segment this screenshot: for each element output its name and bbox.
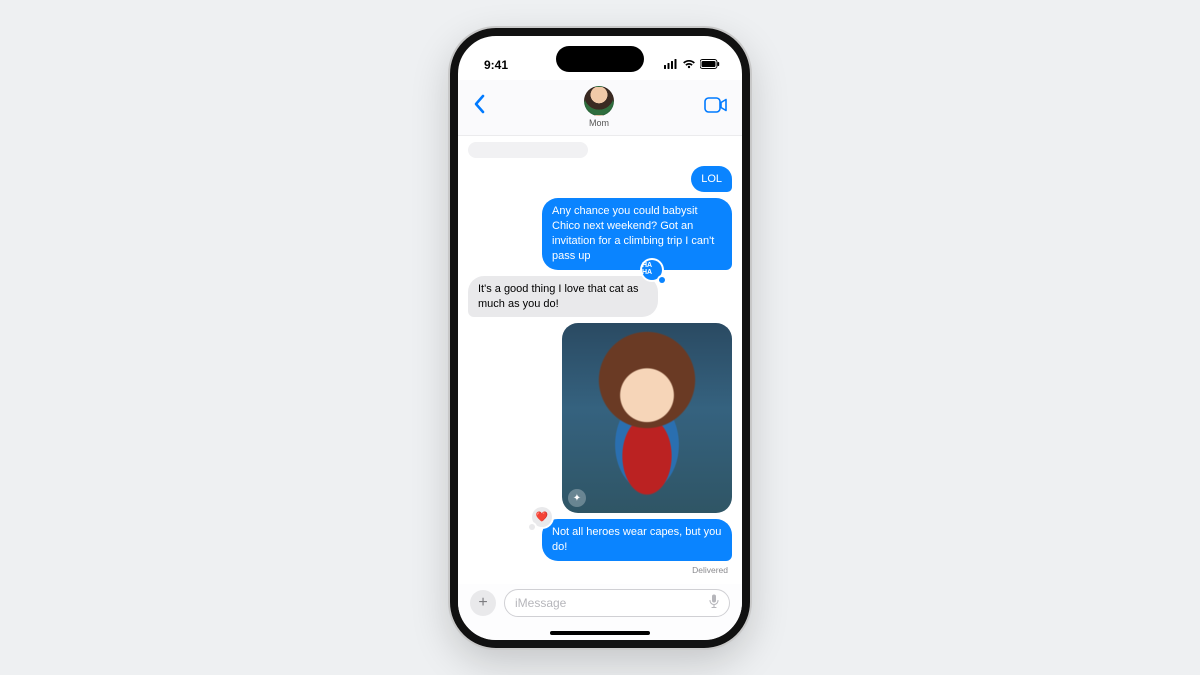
cellular-icon <box>664 58 678 72</box>
sent-bubble[interactable]: LOL <box>691 166 732 193</box>
battery-icon <box>700 58 720 72</box>
message-row: Not all heroes wear capes, but you do! ❤… <box>468 519 732 561</box>
message-row: LOL <box>468 166 732 193</box>
status-time: 9:41 <box>484 58 508 72</box>
dynamic-island <box>556 46 644 72</box>
delivered-status: Delivered <box>468 565 732 575</box>
iphone-frame: 9:41 Mom LOL Any <box>450 28 750 648</box>
message-row: Any chance you could babysit Chico next … <box>468 198 732 269</box>
input-placeholder: iMessage <box>515 596 566 610</box>
home-indicator[interactable] <box>550 631 650 635</box>
conversation-header: Mom <box>458 80 742 136</box>
message-row: It's a good thing I love that cat as muc… <box>468 276 732 318</box>
image-playground-icon[interactable]: ✦ <box>568 489 586 507</box>
message-row: ✦ <box>468 323 732 513</box>
contact-name: Mom <box>589 118 609 128</box>
wifi-icon <box>682 58 696 72</box>
prior-message-peek <box>468 142 588 158</box>
message-text: It's a good thing I love that cat as muc… <box>478 283 638 310</box>
sent-image[interactable]: ✦ <box>562 323 732 513</box>
message-input[interactable]: iMessage <box>504 589 730 617</box>
contact-avatar <box>584 86 614 116</box>
sent-bubble[interactable]: Any chance you could babysit Chico next … <box>542 198 732 269</box>
tapback-heart-icon[interactable]: ❤️ <box>532 507 552 527</box>
sent-bubble[interactable]: Not all heroes wear capes, but you do! ❤… <box>542 519 732 561</box>
facetime-button[interactable] <box>704 97 728 118</box>
message-thread[interactable]: LOL Any chance you could babysit Chico n… <box>458 136 742 584</box>
message-text: Not all heroes wear capes, but you do! <box>552 526 721 553</box>
back-button[interactable] <box>472 94 494 120</box>
tapback-haha-icon[interactable]: HA HA <box>642 260 662 280</box>
apps-button[interactable]: + <box>470 590 496 616</box>
dictation-icon[interactable] <box>709 594 719 611</box>
contact-button[interactable]: Mom <box>584 86 614 128</box>
received-bubble[interactable]: It's a good thing I love that cat as muc… <box>468 276 658 318</box>
